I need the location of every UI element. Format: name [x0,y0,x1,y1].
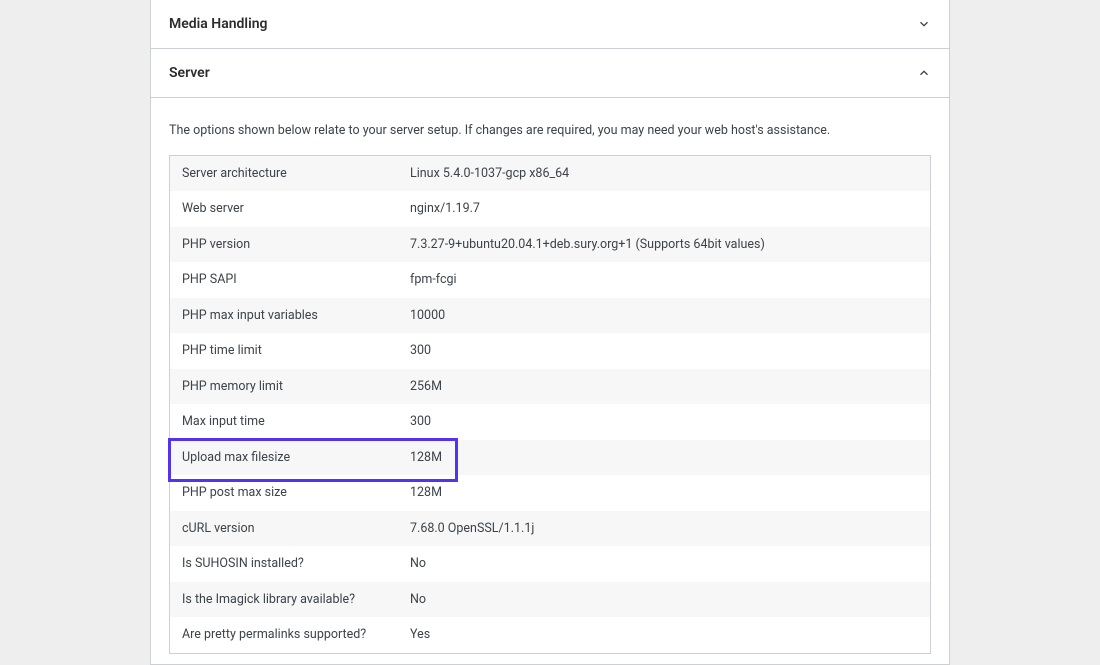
table-row: PHP version7.3.27-9+ubuntu20.04.1+deb.su… [170,227,930,263]
server-title: Server [169,65,210,81]
table-row: Are pretty permalinks supported?Yes [170,617,930,653]
table-row: Is SUHOSIN installed?No [170,546,930,582]
server-info-table: Server architectureLinux 5.4.0-1037-gcp … [169,155,931,654]
server-section-body: The options shown below relate to your s… [151,98,949,664]
table-row: PHP memory limit256M [170,369,930,405]
table-row: Upload max filesize128M [170,440,930,476]
row-value: 128M [398,475,930,511]
row-label: Web server [170,191,398,227]
row-label: PHP post max size [170,475,398,511]
row-label: Max input time [170,404,398,440]
row-label: Are pretty permalinks supported? [170,617,398,653]
row-value: 256M [398,369,930,405]
row-label: Server architecture [170,156,398,192]
row-label: Is SUHOSIN installed? [170,546,398,582]
row-value: Linux 5.4.0-1037-gcp x86_64 [398,156,930,192]
row-value: nginx/1.19.7 [398,191,930,227]
chevron-down-icon [917,17,931,31]
row-value: 10000 [398,298,930,334]
row-value: No [398,582,930,618]
row-label: cURL version [170,511,398,547]
table-row: Web servernginx/1.19.7 [170,191,930,227]
row-label: PHP max input variables [170,298,398,334]
server-description: The options shown below relate to your s… [169,122,931,141]
table-row: Max input time300 [170,404,930,440]
row-label: Upload max filesize [170,440,398,476]
media-handling-header[interactable]: Media Handling [151,0,949,49]
row-label: Is the Imagick library available? [170,582,398,618]
table-row: cURL version7.68.0 OpenSSL/1.1.1j [170,511,930,547]
table-row: PHP post max size128M [170,475,930,511]
table-row: Is the Imagick library available?No [170,582,930,618]
table-row: PHP max input variables10000 [170,298,930,334]
row-label: PHP version [170,227,398,263]
row-label: PHP SAPI [170,262,398,298]
row-label: PHP time limit [170,333,398,369]
table-row: Server architectureLinux 5.4.0-1037-gcp … [170,156,930,192]
chevron-up-icon [917,66,931,80]
row-value: fpm-fcgi [398,262,930,298]
row-value: No [398,546,930,582]
row-label: PHP memory limit [170,369,398,405]
row-value: Yes [398,617,930,653]
table-row: PHP time limit300 [170,333,930,369]
row-value: 300 [398,333,930,369]
row-value: 7.68.0 OpenSSL/1.1.1j [398,511,930,547]
media-handling-title: Media Handling [169,16,268,32]
row-value: 128M [398,440,930,476]
row-value: 300 [398,404,930,440]
server-header[interactable]: Server [151,49,949,98]
row-value: 7.3.27-9+ubuntu20.04.1+deb.sury.org+1 (S… [398,227,930,263]
table-row: PHP SAPIfpm-fcgi [170,262,930,298]
site-health-panel: Media Handling Server The options shown … [150,0,950,665]
